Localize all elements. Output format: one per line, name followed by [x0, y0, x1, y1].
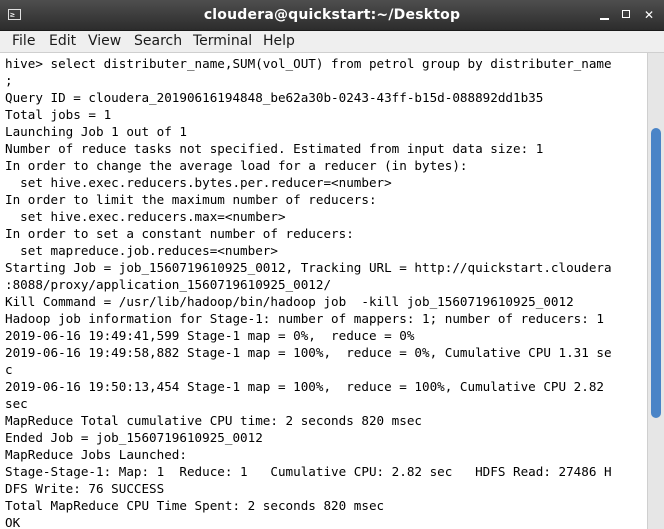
- terminal-line: In order to change the average load for …: [5, 158, 468, 173]
- menu-view[interactable]: View: [88, 33, 121, 50]
- terminal-line: Total jobs = 1: [5, 107, 112, 122]
- terminal-line: hive> select distributer_name,SUM(vol_OU…: [5, 56, 612, 71]
- close-button[interactable]: ✕: [642, 8, 656, 22]
- terminal-line: Starting Job = job_1560719610925_0012, T…: [5, 260, 612, 275]
- terminal-line: set hive.exec.reducers.bytes.per.reducer…: [5, 175, 392, 190]
- terminal-line: Number of reduce tasks not specified. Es…: [5, 141, 544, 156]
- terminal-line: sec: [5, 396, 28, 411]
- terminal-line: 2019-06-16 19:49:58,882 Stage-1 map = 10…: [5, 345, 612, 360]
- terminal-line: Stage-Stage-1: Map: 1 Reduce: 1 Cumulati…: [5, 464, 612, 479]
- minimize-button[interactable]: [598, 8, 612, 22]
- terminal-line: 2019-06-16 19:49:41,599 Stage-1 map = 0%…: [5, 328, 415, 343]
- terminal-line: Ended Job = job_1560719610925_0012: [5, 430, 263, 445]
- terminal-line: Hadoop job information for Stage-1: numb…: [5, 311, 604, 326]
- menu-file[interactable]: File: [12, 33, 35, 50]
- minimize-icon: [600, 18, 609, 20]
- terminal-line: MapReduce Total cumulative CPU time: 2 s…: [5, 413, 423, 428]
- menu-search[interactable]: Search: [134, 33, 182, 50]
- menu-terminal[interactable]: Terminal: [193, 33, 252, 50]
- terminal-output[interactable]: hive> select distributer_name,SUM(vol_OU…: [0, 53, 647, 529]
- menu-bar: File Edit View Search Terminal Help: [0, 31, 664, 53]
- maximize-button[interactable]: [620, 8, 634, 22]
- terminal-line: Total MapReduce CPU Time Spent: 2 second…: [5, 498, 385, 513]
- terminal-line: In order to set a constant number of red…: [5, 226, 354, 241]
- terminal-line: ;: [5, 73, 13, 88]
- terminal-line: Launching Job 1 out of 1: [5, 124, 187, 139]
- title-bar[interactable]: ≥ cloudera@quickstart:~/Desktop ✕: [0, 0, 664, 31]
- terminal-line: set hive.exec.reducers.max=<number>: [5, 209, 286, 224]
- menu-help[interactable]: Help: [263, 33, 295, 50]
- terminal-line: In order to limit the maximum number of …: [5, 192, 377, 207]
- maximize-icon: [622, 10, 630, 18]
- terminal-line: set mapreduce.job.reduces=<number>: [5, 243, 278, 258]
- scrollbar-thumb[interactable]: [651, 128, 661, 418]
- window-title: cloudera@quickstart:~/Desktop: [203, 7, 461, 23]
- menu-edit[interactable]: Edit: [49, 33, 76, 50]
- terminal-line: OK: [5, 515, 21, 529]
- terminal-line: MapReduce Jobs Launched:: [5, 447, 187, 462]
- terminal-line: c: [5, 362, 13, 377]
- terminal-line: DFS Write: 76 SUCCESS: [5, 481, 165, 496]
- terminal-line: Query ID = cloudera_20190616194848_be62a…: [5, 90, 544, 105]
- terminal-line: Kill Command = /usr/lib/hadoop/bin/hadoo…: [5, 294, 574, 309]
- terminal-line: 2019-06-16 19:50:13,454 Stage-1 map = 10…: [5, 379, 604, 394]
- close-icon: ✕: [643, 8, 655, 22]
- vertical-scrollbar[interactable]: [647, 53, 664, 529]
- terminal-window: ≥ cloudera@quickstart:~/Desktop ✕ File E…: [0, 0, 664, 529]
- terminal-line: :8088/proxy/application_1560719610925_00…: [5, 277, 332, 292]
